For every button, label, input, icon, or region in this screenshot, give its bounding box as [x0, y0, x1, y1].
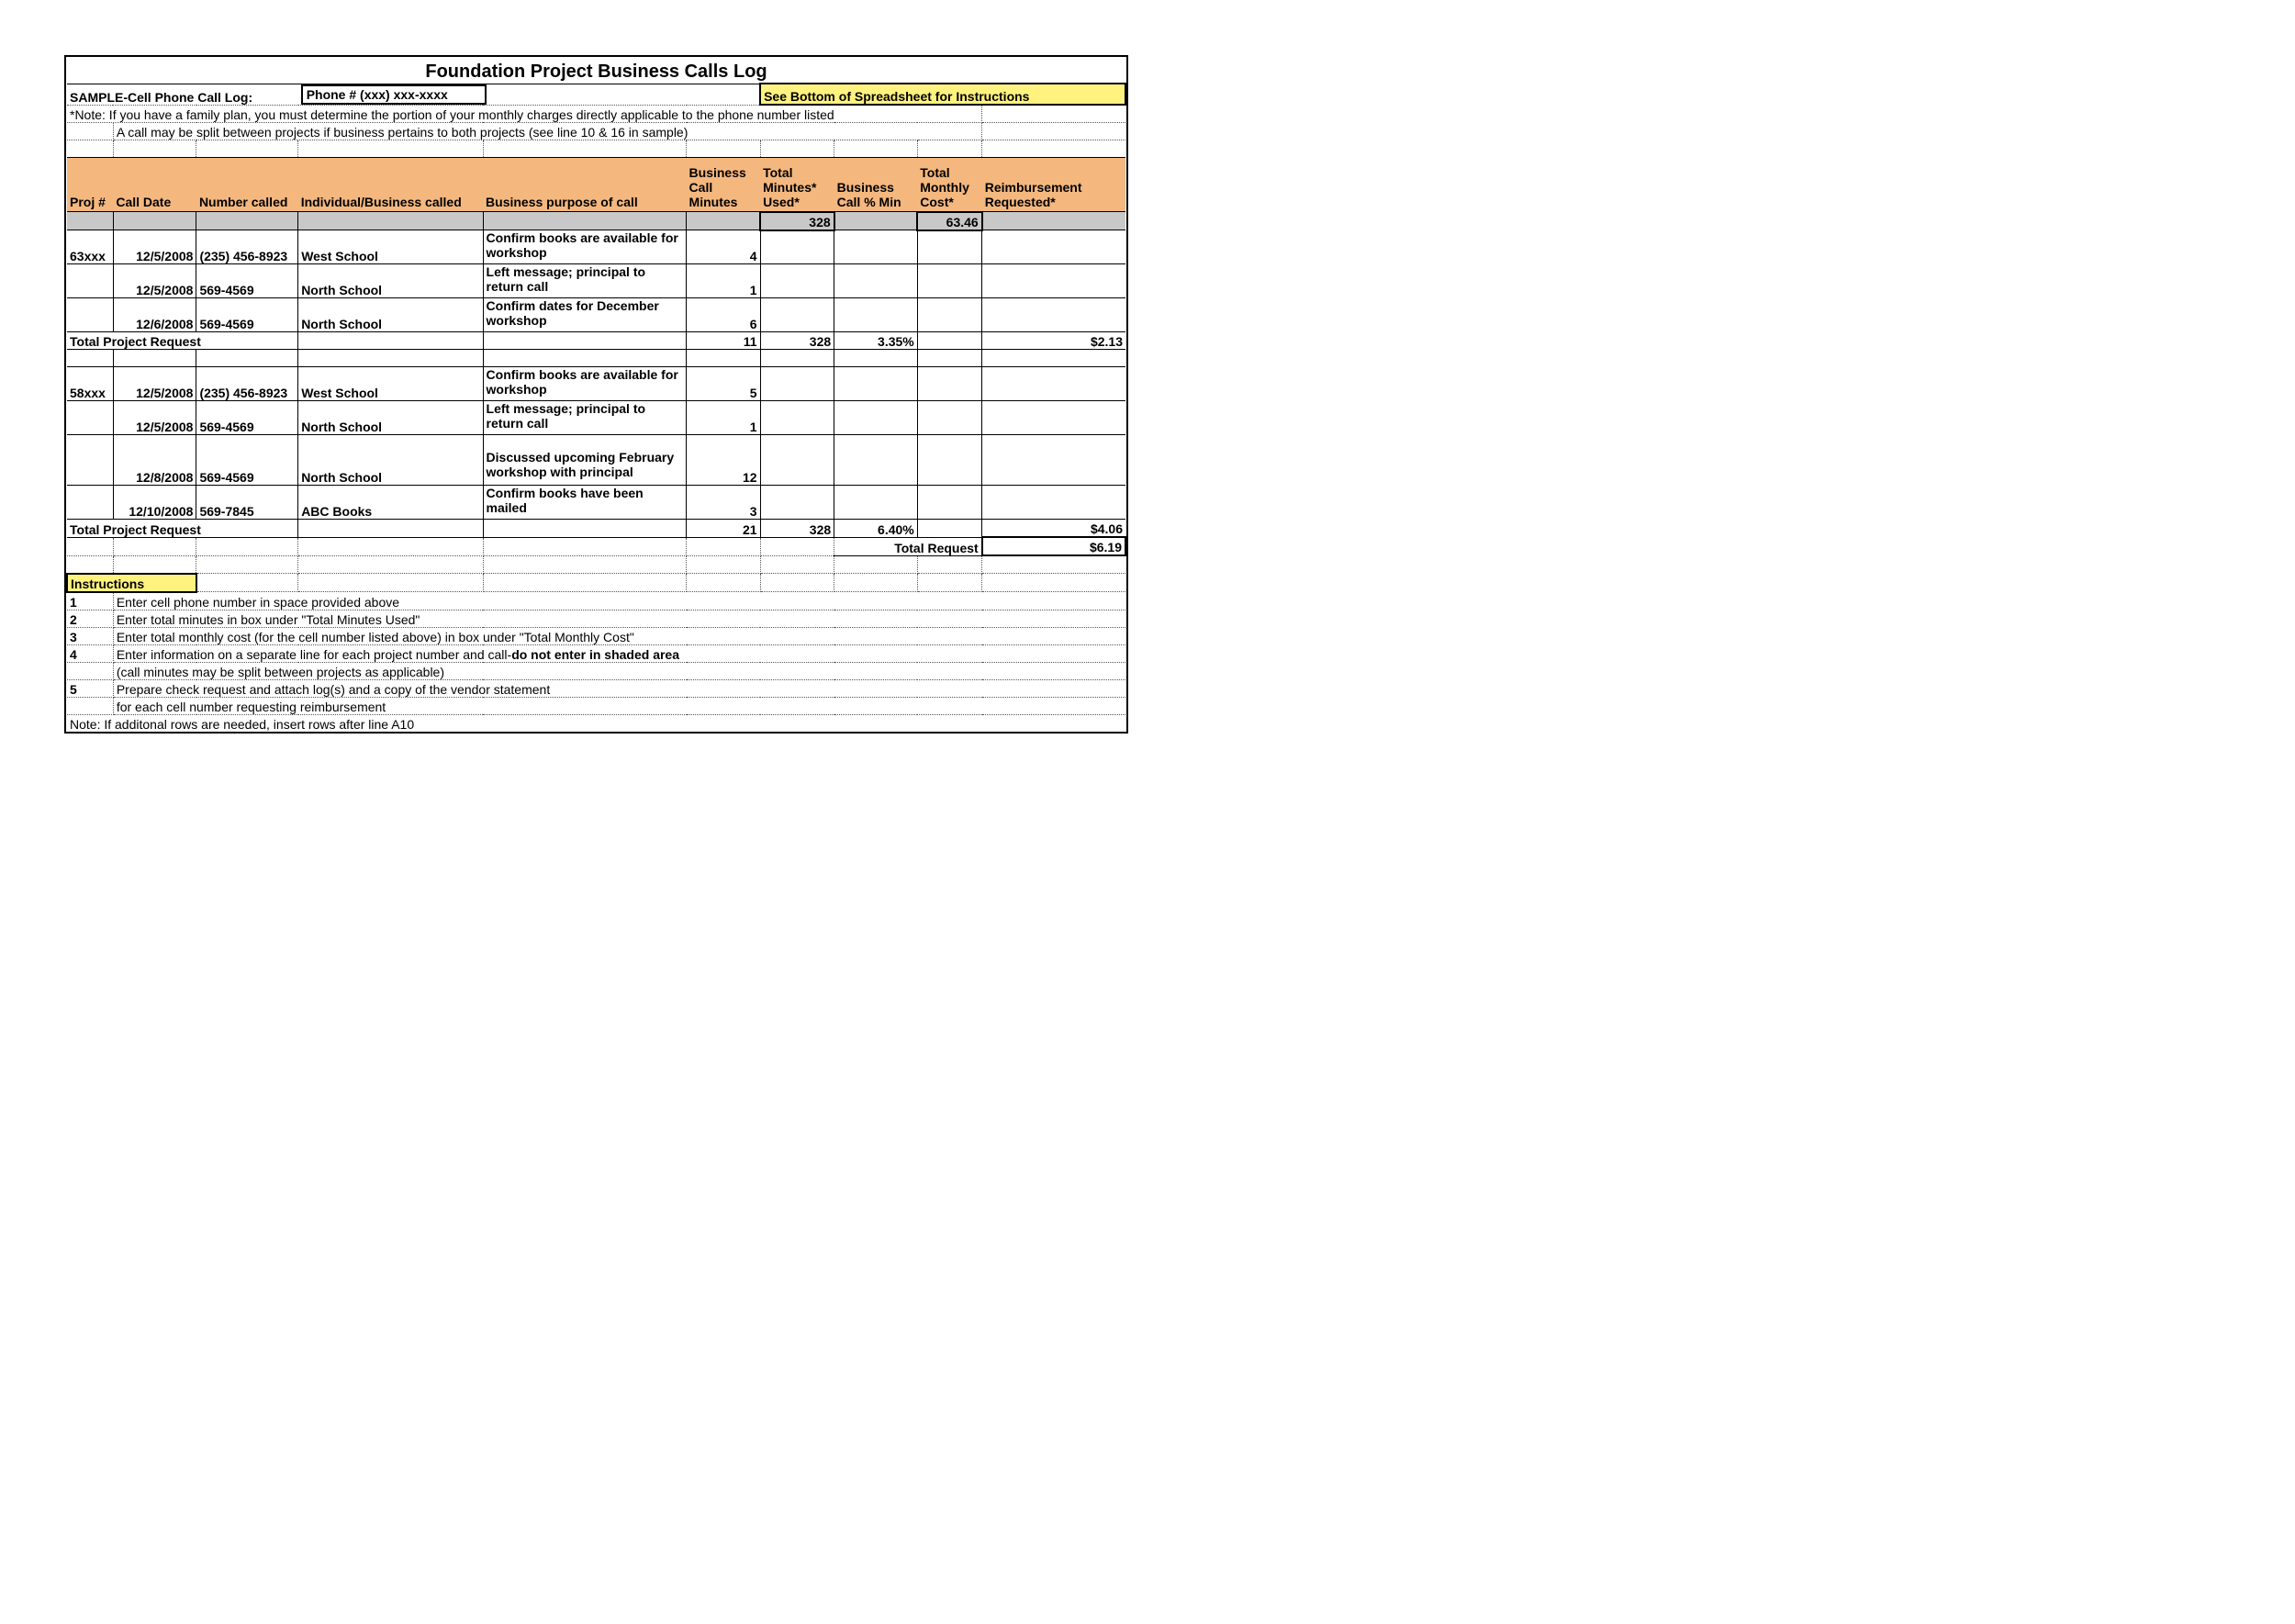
table-row[interactable]: 12/6/2008 569-4569 North School Confirm … [67, 298, 1125, 332]
spreadsheet: Foundation Project Business Calls Log SA… [64, 55, 1128, 734]
note-1: *Note: If you have a family plan, you mu… [67, 105, 917, 123]
instruction-note: Note: If additonal rows are needed, inse… [67, 714, 1125, 732]
instruction-row: (call minutes may be split between proje… [67, 662, 1125, 679]
table-row[interactable]: 12/5/2008 569-4569 North School Left mes… [67, 401, 1125, 435]
instruction-row: 1Enter cell phone number in space provid… [67, 592, 1125, 610]
see-bottom-banner: See Bottom of Spreadsheet for Instructio… [760, 84, 1125, 105]
instruction-row: 5Prepare check request and attach log(s)… [67, 679, 1125, 697]
project-total-row: Total Project Request 11 328 3.35% $2.13 [67, 332, 1125, 350]
grand-total-row: Total Request $6.19 [67, 537, 1125, 555]
sample-label: SAMPLE-Cell Phone Call Log: [67, 84, 298, 105]
instruction-row: 4Enter information on a separate line fo… [67, 644, 1125, 662]
column-headers: Proj # Call Date Number called Individua… [67, 158, 1125, 212]
top-totals-row: 328 63.46 [67, 212, 1125, 230]
instruction-row: 3Enter total monthly cost (for the cell … [67, 627, 1125, 644]
table-row[interactable]: 58xxx 12/5/2008 (235) 456-8923 West Scho… [67, 367, 1125, 401]
table-row[interactable]: 63xxx 12/5/2008 (235) 456-8923 West Scho… [67, 230, 1125, 264]
instructions-heading: Instructions [67, 574, 196, 592]
total-monthly-cost-cell[interactable]: 63.46 [917, 212, 981, 230]
instruction-row: for each cell number requesting reimburs… [67, 697, 1125, 714]
project-total-row: Total Project Request 21 328 6.40% $4.06 [67, 520, 1125, 538]
total-minutes-used-cell[interactable]: 328 [760, 212, 834, 230]
instruction-row: 2Enter total minutes in box under "Total… [67, 610, 1125, 627]
table-row[interactable]: 12/8/2008 569-4569 North School Discusse… [67, 435, 1125, 486]
page-title: Foundation Project Business Calls Log [67, 57, 1125, 84]
phone-box[interactable]: Phone # (xxx) xxx-xxxx [301, 84, 487, 105]
table-row[interactable]: 12/5/2008 569-4569 North School Left mes… [67, 264, 1125, 298]
note-2: A call may be split between projects if … [113, 123, 917, 140]
table-row[interactable]: 12/10/2008 569-7845 ABC Books Confirm bo… [67, 486, 1125, 520]
